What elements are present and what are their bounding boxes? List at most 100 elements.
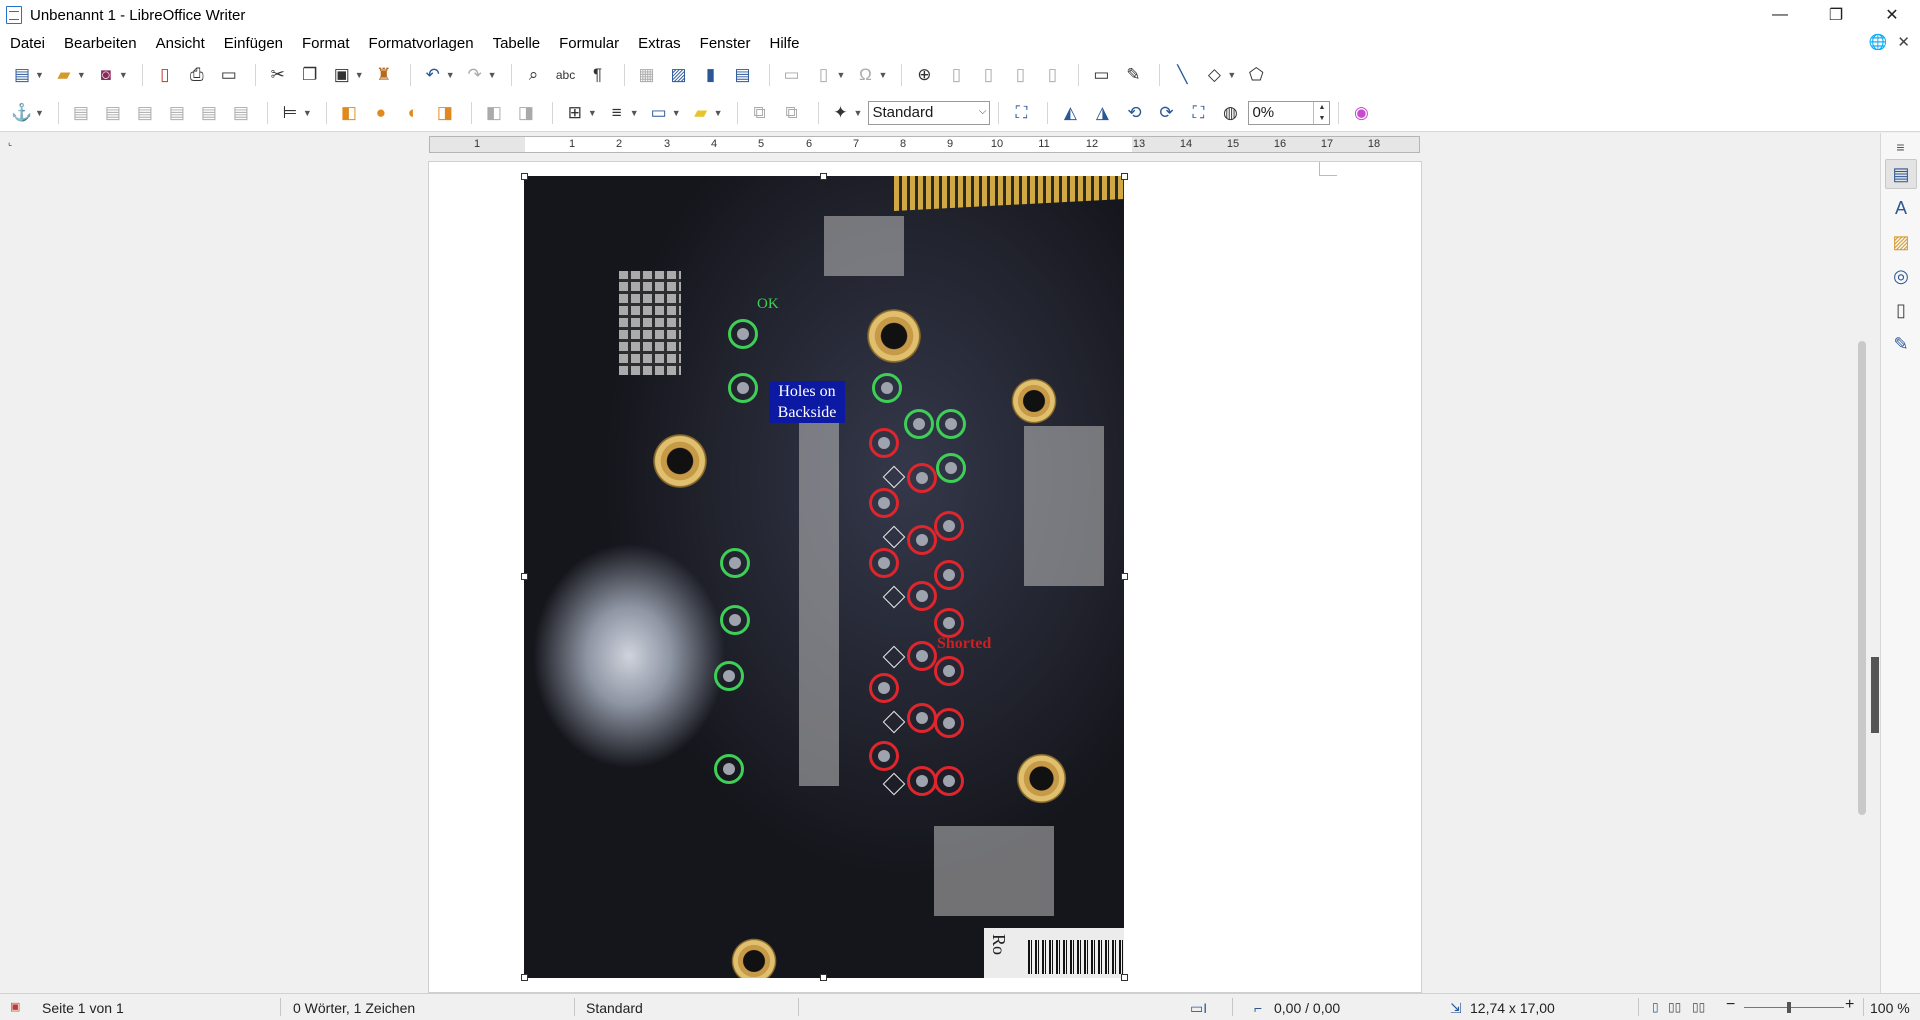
anchor-dropdown-icon[interactable]: ▼ xyxy=(35,108,44,118)
field-dropdown-icon[interactable]: ▼ xyxy=(837,70,846,80)
clone-formatting-icon[interactable]: ♜ xyxy=(370,61,398,89)
paste-icon[interactable]: ▣ xyxy=(328,61,356,89)
undo-icon[interactable]: ↶ xyxy=(419,61,447,89)
word-count[interactable]: 0 Wörter, 1 Zeichen xyxy=(293,1000,415,1016)
formatting-marks-icon[interactable]: ¶ xyxy=(584,61,612,89)
close-document-button[interactable]: ✕ xyxy=(1897,33,1910,51)
menu-bearbeiten[interactable]: Bearbeiten xyxy=(64,35,137,52)
menu-extras[interactable]: Extras xyxy=(638,35,681,52)
special-character-dropdown-icon[interactable]: ▼ xyxy=(878,70,887,80)
comment-icon[interactable]: ▭ xyxy=(1087,61,1115,89)
effects-dropdown-icon[interactable]: ▼ xyxy=(854,108,863,118)
field-icon[interactable]: ▯ xyxy=(810,61,838,89)
redo-icon[interactable]: ↷ xyxy=(461,61,489,89)
menu-formatvorlagen[interactable]: Formatvorlagen xyxy=(369,35,474,52)
spin-buttons[interactable]: ▲ ▼ xyxy=(1313,101,1329,124)
globe-icon[interactable]: 🌐 xyxy=(1869,33,1888,51)
vertical-scrollbar[interactable] xyxy=(1858,341,1866,815)
transparency-icon[interactable]: ◍ xyxy=(1216,99,1244,127)
save-icon[interactable]: ◙ xyxy=(92,61,120,89)
paste-dropdown-icon[interactable]: ▼ xyxy=(355,70,364,80)
to-background-icon[interactable]: ◨ xyxy=(512,99,540,127)
resize-handle-e[interactable] xyxy=(1121,573,1128,580)
align-objects-icon[interactable]: ⊨ xyxy=(276,99,304,127)
resize-handle-nw[interactable] xyxy=(521,173,528,180)
page-style[interactable]: Standard xyxy=(586,1000,643,1016)
image-icon[interactable]: ▨ xyxy=(665,61,693,89)
zoom-level[interactable]: 100 % xyxy=(1870,1000,1910,1016)
effects-wand-icon[interactable]: ✦ xyxy=(827,99,855,127)
page-count[interactable]: Seite 1 von 1 xyxy=(42,1000,124,1016)
resize-handle-sw[interactable] xyxy=(521,974,528,981)
gallery-icon[interactable]: ▨ xyxy=(1885,227,1917,257)
border-style-dropdown-icon[interactable]: ▼ xyxy=(630,108,639,118)
color-palette-icon[interactable]: ◉ xyxy=(1347,99,1375,127)
menu-ansicht[interactable]: Ansicht xyxy=(156,35,205,52)
menu-tabelle[interactable]: Tabelle xyxy=(493,35,541,52)
single-page-view-icon[interactable]: ▯ xyxy=(1652,1000,1659,1014)
copy-icon[interactable]: ❐ xyxy=(296,61,324,89)
area-fill-dropdown-icon[interactable]: ▼ xyxy=(714,108,723,118)
endnote-icon[interactable]: ▯ xyxy=(974,61,1002,89)
zoom-out-icon[interactable]: − xyxy=(1726,996,1735,1014)
track-changes-icon[interactable]: ✎ xyxy=(1119,61,1147,89)
document-page[interactable]: OK Holes on Backside Shorted Ro xyxy=(428,161,1422,993)
tab-stop-selector[interactable]: ⌞ xyxy=(8,137,12,148)
page-wrap-icon[interactable]: ▤ xyxy=(99,99,127,127)
align-dropdown-icon[interactable]: ▼ xyxy=(303,108,312,118)
resize-handle-n[interactable] xyxy=(820,173,827,180)
maximize-button[interactable]: ❐ xyxy=(1808,0,1864,30)
flip-horizontal-icon[interactable]: ◮ xyxy=(1088,99,1116,127)
sidebar-menu-icon[interactable]: ≡ xyxy=(1881,139,1920,155)
find-replace-icon[interactable]: ⌕ xyxy=(520,61,548,89)
border-color-icon[interactable]: ▭ xyxy=(645,99,673,127)
style-inspector-icon[interactable]: ✎ xyxy=(1885,329,1917,359)
shapes-icon[interactable]: ◇ xyxy=(1200,61,1228,89)
zoom-slider[interactable] xyxy=(1744,1007,1844,1008)
line-icon[interactable]: ╲ xyxy=(1168,61,1196,89)
flip-vertical-icon[interactable]: ◭ xyxy=(1056,99,1084,127)
footnote-icon[interactable]: ▯ xyxy=(942,61,970,89)
menu-einfuegen[interactable]: Einfügen xyxy=(224,35,283,52)
print-preview-icon[interactable]: ▭ xyxy=(215,61,243,89)
shapes-dropdown-icon[interactable]: ▼ xyxy=(1227,70,1236,80)
send-to-back-icon[interactable]: ◨ xyxy=(431,99,459,127)
multi-page-view-icon[interactable]: ▯▯ xyxy=(1668,1000,1681,1014)
horizontal-ruler[interactable]: 1 1 2 3 4 5 6 7 8 9 10 11 12 13 14 15 16… xyxy=(429,136,1420,153)
group-icon[interactable]: ⧉ xyxy=(746,99,774,127)
save-dropdown-icon[interactable]: ▼ xyxy=(119,70,128,80)
to-foreground-icon[interactable]: ◧ xyxy=(480,99,508,127)
area-fill-icon[interactable]: ▰ xyxy=(687,99,715,127)
sidebar-splitter[interactable] xyxy=(1871,657,1879,733)
resize-handle-w[interactable] xyxy=(521,573,528,580)
borders-dropdown-icon[interactable]: ▼ xyxy=(588,108,597,118)
spelling-icon[interactable]: abc xyxy=(552,61,580,89)
minimize-button[interactable]: — xyxy=(1752,0,1808,30)
rotate-left-icon[interactable]: ⟲ xyxy=(1120,99,1148,127)
close-button[interactable]: ✕ xyxy=(1864,0,1920,30)
zoom-slider-knob[interactable] xyxy=(1787,1002,1791,1013)
wrap-left-icon[interactable]: ▤ xyxy=(163,99,191,127)
menu-format[interactable]: Format xyxy=(302,35,350,52)
bring-to-front-icon[interactable]: ◧ xyxy=(335,99,363,127)
print-icon[interactable]: ⎙ xyxy=(183,61,211,89)
optimal-wrap-icon[interactable]: ▤ xyxy=(131,99,159,127)
page-break-icon[interactable]: ▭ xyxy=(778,61,806,89)
border-style-icon[interactable]: ≡ xyxy=(603,99,631,127)
document-modified-icon[interactable]: ▣ xyxy=(10,1000,20,1013)
bookmark-icon[interactable]: ▯ xyxy=(1006,61,1034,89)
book-view-icon[interactable]: ▯▯ xyxy=(1692,1000,1705,1014)
export-pdf-icon[interactable]: ▯ xyxy=(151,61,179,89)
special-character-icon[interactable]: Ω xyxy=(851,61,879,89)
undo-dropdown-icon[interactable]: ▼ xyxy=(446,70,455,80)
chart-icon[interactable]: ▮ xyxy=(697,61,725,89)
rotate-icon[interactable]: ⛶ xyxy=(1184,99,1212,127)
zoom-in-icon[interactable]: + xyxy=(1845,996,1854,1014)
new-dropdown-icon[interactable]: ▼ xyxy=(35,70,44,80)
border-color-dropdown-icon[interactable]: ▼ xyxy=(672,108,681,118)
wrap-through-icon[interactable]: ▤ xyxy=(227,99,255,127)
menu-hilfe[interactable]: Hilfe xyxy=(770,35,800,52)
cut-icon[interactable]: ✂ xyxy=(264,61,292,89)
menu-fenster[interactable]: Fenster xyxy=(700,35,751,52)
graphics-mode-select[interactable]: Standard ⌵ xyxy=(868,100,991,125)
